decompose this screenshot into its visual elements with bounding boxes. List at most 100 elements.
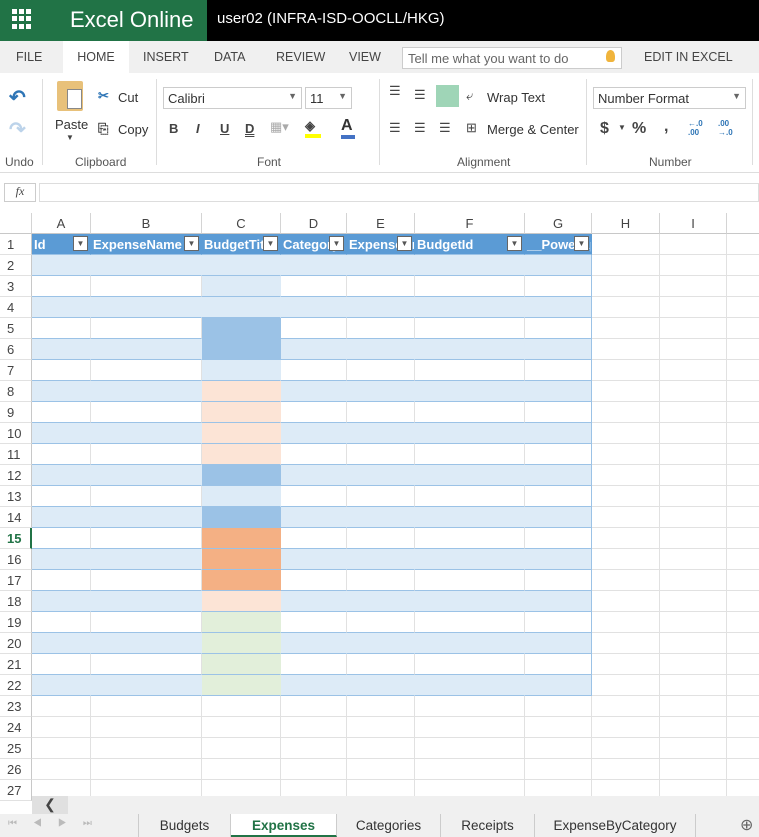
cell[interactable]	[91, 276, 202, 297]
bold-button[interactable]: B	[169, 121, 178, 136]
cell[interactable]	[32, 528, 91, 549]
column-header[interactable]: G	[525, 213, 592, 234]
row-header[interactable]: 1	[0, 234, 32, 255]
row-header[interactable]: 19	[0, 612, 32, 633]
cell[interactable]	[281, 297, 347, 318]
cell[interactable]	[660, 234, 727, 255]
cell[interactable]	[660, 759, 727, 780]
undo-icon[interactable]: ↶	[9, 85, 26, 110]
cell[interactable]	[727, 675, 759, 696]
cell[interactable]	[347, 402, 415, 423]
borders-icon[interactable]: ▦▾	[270, 119, 289, 135]
cell[interactable]	[91, 675, 202, 696]
cell[interactable]	[415, 633, 525, 654]
cell[interactable]	[660, 696, 727, 717]
filter-dropdown-icon[interactable]: ▼	[574, 236, 589, 251]
cell[interactable]	[32, 738, 91, 759]
cell[interactable]	[660, 402, 727, 423]
cell[interactable]	[347, 255, 415, 276]
cell[interactable]	[202, 276, 281, 297]
cell[interactable]	[91, 360, 202, 381]
cell[interactable]	[32, 591, 91, 612]
table-header-cell[interactable]: Category ▼	[281, 234, 347, 255]
cell[interactable]	[727, 402, 759, 423]
tell-me-input[interactable]: Tell me what you want to do	[402, 47, 622, 69]
cell[interactable]	[91, 591, 202, 612]
cell[interactable]	[202, 444, 281, 465]
column-header[interactable]: H	[592, 213, 660, 234]
cell[interactable]	[202, 612, 281, 633]
cell[interactable]	[525, 591, 592, 612]
cell[interactable]	[281, 675, 347, 696]
cell[interactable]	[415, 759, 525, 780]
filter-dropdown-icon[interactable]: ▼	[507, 236, 522, 251]
filter-dropdown-icon[interactable]: ▼	[263, 236, 278, 251]
cell[interactable]	[660, 465, 727, 486]
font-size-dropdown[interactable]: 11 ▼	[305, 87, 352, 109]
cell[interactable]	[281, 528, 347, 549]
cell[interactable]	[91, 549, 202, 570]
cell[interactable]	[660, 717, 727, 738]
row-header[interactable]: 24	[0, 717, 32, 738]
cell[interactable]	[660, 360, 727, 381]
row-header[interactable]: 11	[0, 444, 32, 465]
row-header[interactable]: 4	[0, 297, 32, 318]
cell[interactable]	[592, 360, 660, 381]
cell[interactable]	[525, 675, 592, 696]
cell[interactable]	[281, 486, 347, 507]
redo-icon[interactable]: ↷	[9, 117, 26, 142]
cell[interactable]	[727, 255, 759, 276]
cell[interactable]	[415, 339, 525, 360]
cell[interactable]	[347, 675, 415, 696]
cell[interactable]	[32, 570, 91, 591]
cell[interactable]	[592, 318, 660, 339]
cell[interactable]	[281, 633, 347, 654]
cell[interactable]	[281, 465, 347, 486]
cell[interactable]	[32, 612, 91, 633]
cell[interactable]	[91, 339, 202, 360]
cell[interactable]	[91, 633, 202, 654]
cell[interactable]	[727, 465, 759, 486]
cell[interactable]	[281, 591, 347, 612]
cell[interactable]	[202, 675, 281, 696]
align-top-icon[interactable]: ☰	[389, 83, 401, 99]
cell[interactable]	[347, 528, 415, 549]
cell[interactable]	[91, 465, 202, 486]
table-header-cell[interactable]: BudgetId ▼	[415, 234, 525, 255]
cell[interactable]	[727, 276, 759, 297]
font-color-button[interactable]: A	[341, 117, 355, 139]
number-format-dropdown[interactable]: Number Format ▼	[593, 87, 746, 109]
cell[interactable]	[32, 255, 91, 276]
cell[interactable]	[525, 423, 592, 444]
scroll-left-button[interactable]: ❮	[32, 796, 68, 814]
sheet-tab-categories[interactable]: Categories	[337, 814, 441, 837]
cell[interactable]	[525, 297, 592, 318]
cell[interactable]	[32, 633, 91, 654]
cell[interactable]	[592, 486, 660, 507]
cell[interactable]	[32, 696, 91, 717]
cell[interactable]	[91, 654, 202, 675]
cell[interactable]	[281, 402, 347, 423]
row-header[interactable]: 20	[0, 633, 32, 654]
app-launcher-icon[interactable]	[12, 9, 32, 29]
cell[interactable]	[281, 423, 347, 444]
cell[interactable]	[347, 738, 415, 759]
cell[interactable]	[592, 570, 660, 591]
cell[interactable]	[727, 318, 759, 339]
cell[interactable]	[281, 738, 347, 759]
cell[interactable]	[32, 381, 91, 402]
cell[interactable]	[660, 423, 727, 444]
cell[interactable]	[281, 318, 347, 339]
cell[interactable]	[525, 717, 592, 738]
cell[interactable]	[525, 276, 592, 297]
cell[interactable]	[91, 255, 202, 276]
decrease-decimal-button[interactable]: .00 →.0	[718, 119, 738, 137]
cell[interactable]	[281, 696, 347, 717]
cell[interactable]	[281, 381, 347, 402]
cell[interactable]	[32, 507, 91, 528]
cell[interactable]	[415, 738, 525, 759]
cell[interactable]	[660, 486, 727, 507]
cell[interactable]	[347, 318, 415, 339]
cell[interactable]	[660, 570, 727, 591]
cell[interactable]	[32, 654, 91, 675]
